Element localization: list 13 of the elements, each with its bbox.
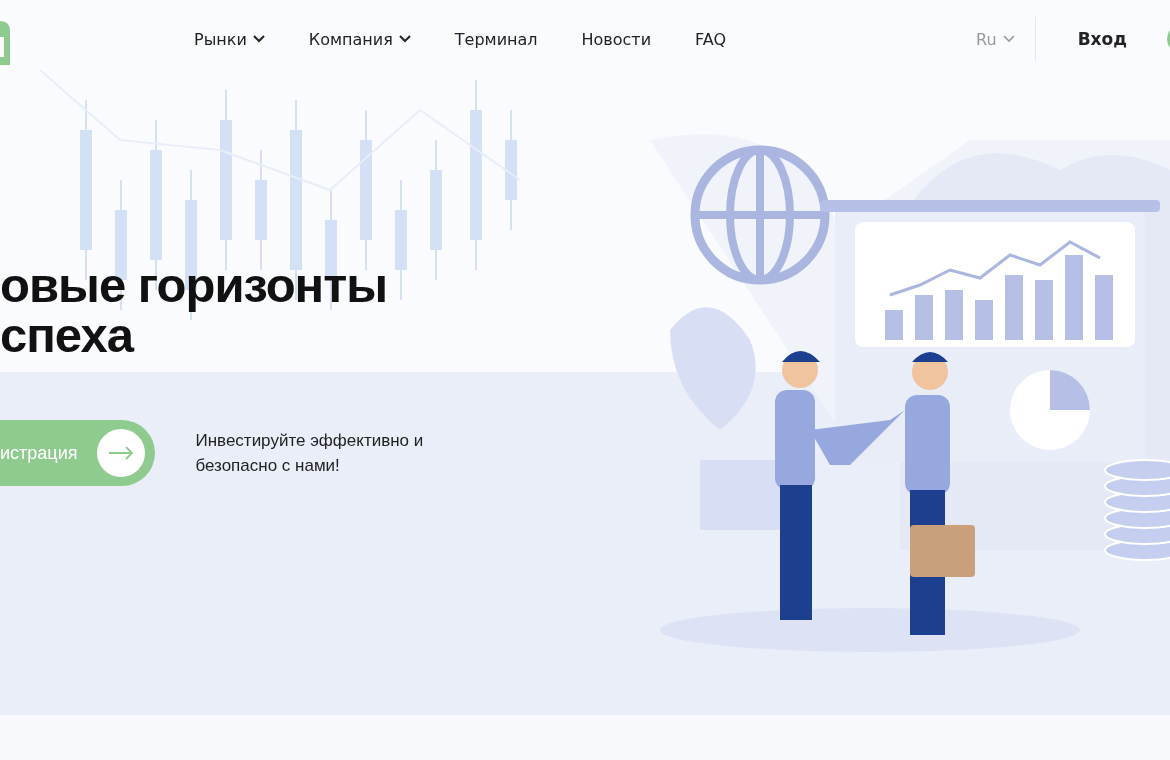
- nav-link[interactable]: Терминал: [454, 29, 538, 49]
- nav-link[interactable]: Рынки: [194, 29, 265, 49]
- hero-title-line: овые горизонты: [0, 260, 389, 310]
- chevron-down-icon: [252, 35, 265, 43]
- hero-tagline: Инвестируйте эффективно и безопасно с нами!: [195, 430, 425, 477]
- hero-title-line: спеха: [0, 310, 135, 360]
- nav-link[interactable]: Новости: [581, 29, 652, 49]
- chevron-down-icon: [1002, 35, 1015, 43]
- login-link[interactable]: Вход: [1077, 29, 1127, 49]
- arrow-right-icon: [108, 446, 135, 460]
- nav-link[interactable]: FAQ: [695, 29, 727, 49]
- nav-link[interactable]: Компания: [308, 29, 411, 49]
- chevron-down-icon: [398, 35, 411, 43]
